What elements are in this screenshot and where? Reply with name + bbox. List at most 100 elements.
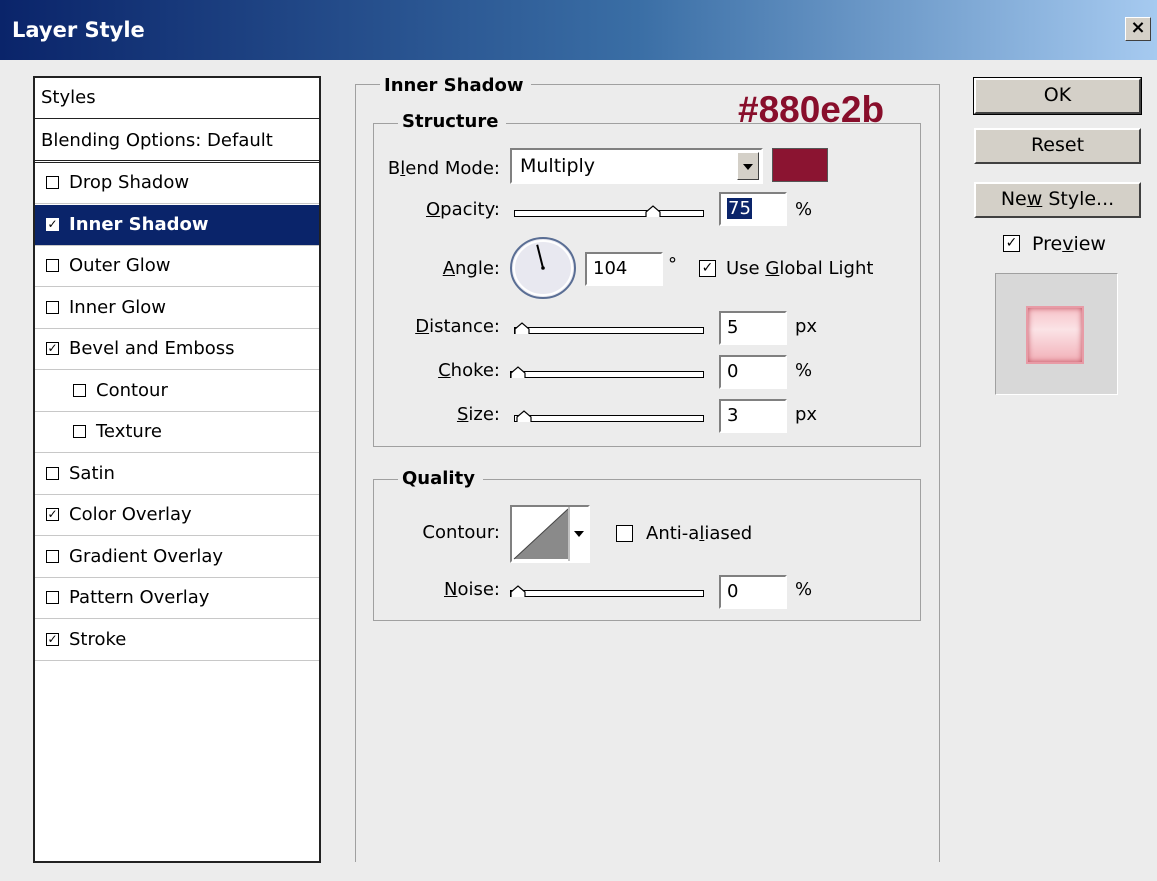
distance-slider[interactable] <box>514 320 704 340</box>
style-item-checkbox[interactable] <box>46 300 59 314</box>
style-item-bevel-and-emboss[interactable]: ✓ Bevel and Emboss <box>35 329 319 370</box>
preview-checkbox[interactable]: ✓ <box>1003 235 1020 252</box>
angle-dial[interactable] <box>508 236 578 300</box>
slider-thumb[interactable] <box>510 366 526 378</box>
close-button[interactable]: × <box>1125 17 1151 41</box>
style-item-checkbox[interactable]: ✓ <box>46 342 59 355</box>
style-item-checkbox[interactable] <box>46 591 59 604</box>
contour-curve-icon <box>513 507 588 561</box>
opacity-slider[interactable] <box>514 203 704 223</box>
slider-track[interactable] <box>510 371 704 378</box>
style-item-checkbox[interactable] <box>73 383 86 397</box>
slider-track[interactable] <box>510 590 704 597</box>
slider-thumb[interactable] <box>645 205 661 217</box>
style-item-label: Gradient Overlay <box>69 545 224 567</box>
contour-label: Contour: <box>422 522 500 543</box>
style-item-label: Stroke <box>69 628 127 650</box>
slider-track[interactable] <box>514 415 704 422</box>
global-light-checkbox[interactable]: ✓ <box>699 260 716 277</box>
style-item-checkbox[interactable]: ✓ <box>46 632 59 646</box>
style-preview <box>995 273 1118 395</box>
reset-button[interactable]: Reset <box>974 128 1141 164</box>
style-item-color-overlay[interactable]: ✓ Color Overlay <box>35 495 319 536</box>
style-item-label: Inner Glow <box>69 296 167 318</box>
slider-thumb[interactable] <box>514 322 530 334</box>
style-item-checkbox[interactable]: ✓ <box>46 217 59 231</box>
style-item-label: Satin <box>69 462 115 484</box>
new-style-button[interactable]: New Style... <box>974 182 1141 218</box>
chevron-down-icon[interactable] <box>737 152 759 180</box>
style-item-checkbox[interactable]: ✓ <box>46 508 59 521</box>
size-unit: px <box>795 404 818 425</box>
style-item-checkbox[interactable] <box>46 259 59 272</box>
styles-header[interactable]: Styles <box>35 78 319 119</box>
anti-aliased-checkbox[interactable] <box>616 525 633 542</box>
size-input[interactable]: 3 <box>719 399 787 433</box>
noise-input[interactable]: 0 <box>719 575 787 609</box>
style-item-label: Drop Shadow <box>69 172 190 193</box>
panel-title: Inner Shadow <box>380 75 532 96</box>
choke-label: Choke: <box>438 360 500 381</box>
noise-slider[interactable] <box>510 583 704 603</box>
style-item-inner-shadow[interactable]: ✓ Inner Shadow <box>35 204 319 246</box>
slider-thumb[interactable] <box>516 410 532 422</box>
style-item-checkbox[interactable] <box>46 466 59 480</box>
style-item-checkbox[interactable] <box>46 549 59 563</box>
style-item-checkbox[interactable] <box>73 425 86 438</box>
distance-label: Distance: <box>415 316 500 337</box>
style-item-label: Color Overlay <box>69 504 192 525</box>
opacity-label: Opacity: <box>426 199 500 220</box>
style-item-label: Pattern Overlay <box>69 587 210 608</box>
choke-slider[interactable] <box>510 364 704 384</box>
style-item-inner-glow[interactable]: Inner Glow <box>35 288 319 329</box>
style-item-label: Contour <box>96 379 168 401</box>
style-item-drop-shadow[interactable]: Drop Shadow <box>35 163 319 204</box>
style-item-satin[interactable]: Satin <box>35 454 319 495</box>
blend-mode-select[interactable]: Multiply <box>510 148 763 184</box>
style-item-checkbox[interactable] <box>46 176 59 189</box>
color-annotation: #880e2b <box>738 89 885 130</box>
angle-input[interactable]: 104 <box>585 252 663 286</box>
blend-mode-value: Multiply <box>520 155 596 177</box>
style-item-label: Texture <box>96 421 162 442</box>
style-item-label: Inner Shadow <box>69 213 209 235</box>
style-item-label: Bevel and Emboss <box>69 338 235 359</box>
slider-track[interactable] <box>514 327 704 334</box>
style-item-stroke[interactable]: ✓ Stroke <box>35 620 319 661</box>
blending-options-label: Blending Options: Default <box>41 130 273 151</box>
shadow-color-swatch[interactable] <box>772 148 828 182</box>
slider-track[interactable] <box>514 210 704 217</box>
ok-button[interactable]: OK <box>973 77 1142 115</box>
style-item-texture[interactable]: Texture <box>35 412 319 453</box>
title-bar <box>0 0 1157 60</box>
distance-input[interactable]: 5 <box>719 311 787 345</box>
anti-aliased-label: Anti-aliased <box>646 523 753 544</box>
noise-unit: % <box>795 579 813 600</box>
style-item-pattern-overlay[interactable]: Pattern Overlay <box>35 578 319 619</box>
angle-unit: ° <box>668 254 677 275</box>
window-title: Layer Style <box>12 18 145 42</box>
preview-label: Preview <box>1032 233 1106 255</box>
style-item-outer-glow[interactable]: Outer Glow <box>35 246 319 287</box>
style-item-label: Outer Glow <box>69 255 171 276</box>
quality-legend: Quality <box>398 468 483 489</box>
styles-header-label: Styles <box>41 87 96 108</box>
preview-swatch <box>1026 306 1084 364</box>
angle-label: Angle: <box>442 258 500 279</box>
slider-thumb[interactable] <box>510 585 526 597</box>
opacity-input[interactable]: 75 <box>719 192 787 226</box>
size-slider[interactable] <box>514 408 704 428</box>
noise-label: Noise: <box>444 579 500 600</box>
structure-legend: Structure <box>398 111 507 132</box>
styles-list: Styles Blending Options: Default Drop Sh… <box>33 76 321 863</box>
choke-input[interactable]: 0 <box>719 355 787 389</box>
style-item-contour[interactable]: Contour <box>35 371 319 412</box>
blending-options-item[interactable]: Blending Options: Default <box>35 119 319 163</box>
contour-picker[interactable] <box>510 505 590 563</box>
choke-unit: % <box>795 360 813 381</box>
opacity-unit: % <box>795 199 813 220</box>
blend-mode-label: Blend Mode: <box>387 158 500 179</box>
distance-unit: px <box>795 316 818 337</box>
global-light-label: Use Global Light <box>726 258 874 279</box>
style-item-gradient-overlay[interactable]: Gradient Overlay <box>35 537 319 578</box>
